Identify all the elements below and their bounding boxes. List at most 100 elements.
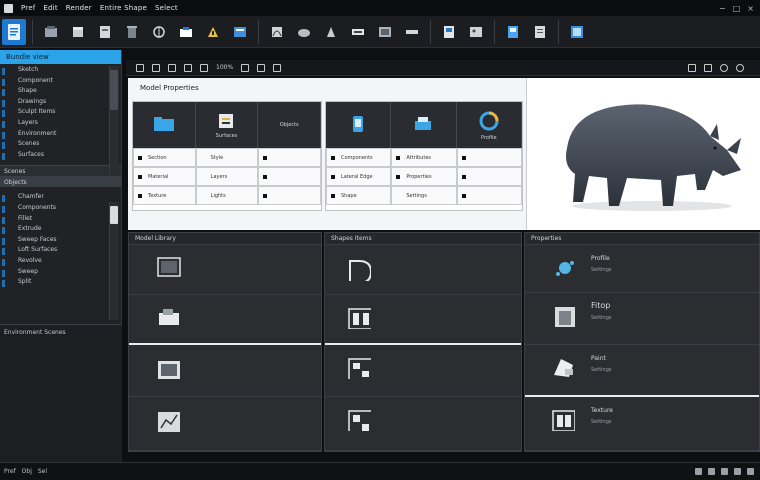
image-button[interactable] bbox=[464, 19, 488, 45]
tray-icon[interactable] bbox=[721, 468, 728, 475]
table-cell[interactable]: Lateral Edge bbox=[326, 167, 392, 186]
left-item[interactable]: Sketch bbox=[0, 66, 121, 77]
left-item[interactable]: Sculpt Items bbox=[0, 108, 121, 119]
left-item[interactable]: Chamfer bbox=[0, 193, 121, 204]
left-item[interactable]: Components bbox=[0, 204, 121, 215]
cone-button[interactable] bbox=[346, 19, 370, 45]
render-viewport[interactable] bbox=[526, 78, 760, 230]
list-item[interactable]: Paint Settings bbox=[525, 345, 759, 397]
panel-a-head-cell[interactable]: Objects bbox=[258, 102, 322, 148]
table-cell[interactable]: Shape bbox=[326, 186, 392, 205]
table-cell[interactable]: Attributes bbox=[391, 148, 457, 167]
light-icon[interactable] bbox=[257, 63, 266, 72]
cut-button[interactable] bbox=[147, 19, 171, 45]
left-scrollbar-thumb-bottom[interactable] bbox=[110, 206, 118, 224]
grid-button[interactable] bbox=[319, 19, 343, 45]
list-item[interactable]: Fitop Settings bbox=[525, 293, 759, 345]
table-cell[interactable] bbox=[258, 167, 321, 186]
curve-button[interactable] bbox=[265, 19, 289, 45]
left-item[interactable]: Sweep Faces bbox=[0, 236, 121, 247]
panel-a-head-cell[interactable] bbox=[133, 102, 196, 148]
tray-icon[interactable] bbox=[708, 468, 715, 475]
left-section-objects[interactable]: Objects bbox=[0, 176, 121, 188]
menu-select[interactable]: Select bbox=[155, 4, 178, 12]
file-button[interactable] bbox=[2, 18, 26, 45]
left-scrollbar-thumb-top[interactable] bbox=[110, 70, 118, 110]
status-item[interactable]: Pref bbox=[4, 468, 16, 475]
warning-button[interactable] bbox=[228, 19, 252, 45]
globe-icon[interactable] bbox=[720, 63, 728, 72]
left-item[interactable]: Fillet bbox=[0, 215, 121, 226]
left-item[interactable]: Surfaces bbox=[0, 151, 121, 162]
left-item[interactable]: Drawings bbox=[0, 98, 121, 109]
home-icon[interactable] bbox=[688, 63, 696, 72]
minimize-button[interactable]: − bbox=[719, 4, 726, 13]
panel-button[interactable] bbox=[565, 19, 589, 45]
render-button[interactable] bbox=[292, 19, 316, 45]
left-item[interactable]: Revolve bbox=[0, 257, 121, 268]
table-cell[interactable]: Lights bbox=[195, 186, 259, 205]
table-cell[interactable] bbox=[258, 186, 321, 205]
camera-icon[interactable] bbox=[241, 63, 250, 72]
list-item[interactable]: Texture Settings bbox=[525, 397, 759, 451]
select-icon[interactable] bbox=[136, 63, 144, 72]
menu-edit[interactable]: Edit bbox=[43, 4, 57, 12]
grid-toggle-icon[interactable] bbox=[273, 63, 282, 72]
table-cell[interactable] bbox=[456, 148, 522, 167]
maximize-button[interactable]: □ bbox=[733, 4, 741, 13]
table-cell[interactable]: Texture bbox=[133, 186, 196, 205]
rotate-button[interactable] bbox=[174, 19, 198, 45]
panel-a-head-cell[interactable]: Surfaces bbox=[196, 102, 259, 148]
left-item[interactable]: Sweep bbox=[0, 268, 121, 279]
menu-render[interactable]: Render bbox=[66, 4, 92, 12]
layer-button[interactable] bbox=[39, 19, 63, 45]
panel-b-head-cell[interactable]: Profile bbox=[457, 102, 522, 148]
menu-pref[interactable]: Pref bbox=[21, 4, 35, 12]
sheet-button[interactable] bbox=[528, 19, 552, 45]
move-icon[interactable] bbox=[152, 63, 160, 72]
table-cell[interactable] bbox=[258, 148, 321, 167]
table-cell[interactable]: Layers bbox=[195, 167, 259, 186]
list-item[interactable] bbox=[325, 245, 521, 295]
left-item[interactable]: Loft Surfaces bbox=[0, 246, 121, 257]
list-item[interactable] bbox=[325, 295, 521, 345]
list-item[interactable] bbox=[325, 397, 521, 451]
list-item[interactable] bbox=[129, 245, 321, 295]
table-cell[interactable]: Components bbox=[326, 148, 392, 167]
tray-icon[interactable] bbox=[747, 468, 754, 475]
table-cell[interactable] bbox=[456, 186, 522, 205]
tray-icon[interactable] bbox=[695, 468, 702, 475]
frame-icon[interactable] bbox=[200, 63, 208, 72]
table-cell[interactable]: Style bbox=[195, 148, 259, 167]
left-item[interactable]: Split bbox=[0, 278, 121, 289]
left-item[interactable]: Component bbox=[0, 77, 121, 88]
gear-icon[interactable] bbox=[736, 63, 744, 72]
save-button[interactable] bbox=[501, 19, 525, 45]
scale-button[interactable] bbox=[201, 19, 225, 45]
zoom-level[interactable]: 100% bbox=[216, 64, 233, 71]
tray-icon[interactable] bbox=[734, 468, 741, 475]
close-button[interactable]: × bbox=[747, 4, 754, 13]
settings-icon[interactable] bbox=[704, 63, 712, 72]
table-cell[interactable] bbox=[456, 167, 522, 186]
left-item[interactable]: Shape bbox=[0, 87, 121, 98]
left-item[interactable]: Layers bbox=[0, 119, 121, 130]
list-item[interactable] bbox=[129, 345, 321, 397]
cube-button[interactable] bbox=[66, 19, 90, 45]
panel-b-head-cell[interactable] bbox=[326, 102, 392, 148]
status-item[interactable]: Sel bbox=[38, 468, 47, 475]
table-cell[interactable]: Settings bbox=[391, 186, 457, 205]
list-item[interactable] bbox=[325, 345, 521, 397]
list-item[interactable] bbox=[129, 397, 321, 451]
status-item[interactable]: Obj bbox=[22, 468, 32, 475]
table-cell[interactable]: Properties bbox=[391, 167, 457, 186]
zoom-icon[interactable] bbox=[184, 63, 192, 72]
list-item[interactable]: Profile Settings bbox=[525, 245, 759, 293]
left-item[interactable]: Scenes bbox=[0, 140, 121, 151]
left-item[interactable]: Environment bbox=[0, 130, 121, 141]
list-item[interactable] bbox=[129, 295, 321, 345]
mesh-button[interactable] bbox=[373, 19, 397, 45]
left-item[interactable]: Extrude bbox=[0, 225, 121, 236]
menu-entire-shape[interactable]: Entire Shape bbox=[100, 4, 147, 12]
panel-b-head-cell[interactable] bbox=[391, 102, 457, 148]
